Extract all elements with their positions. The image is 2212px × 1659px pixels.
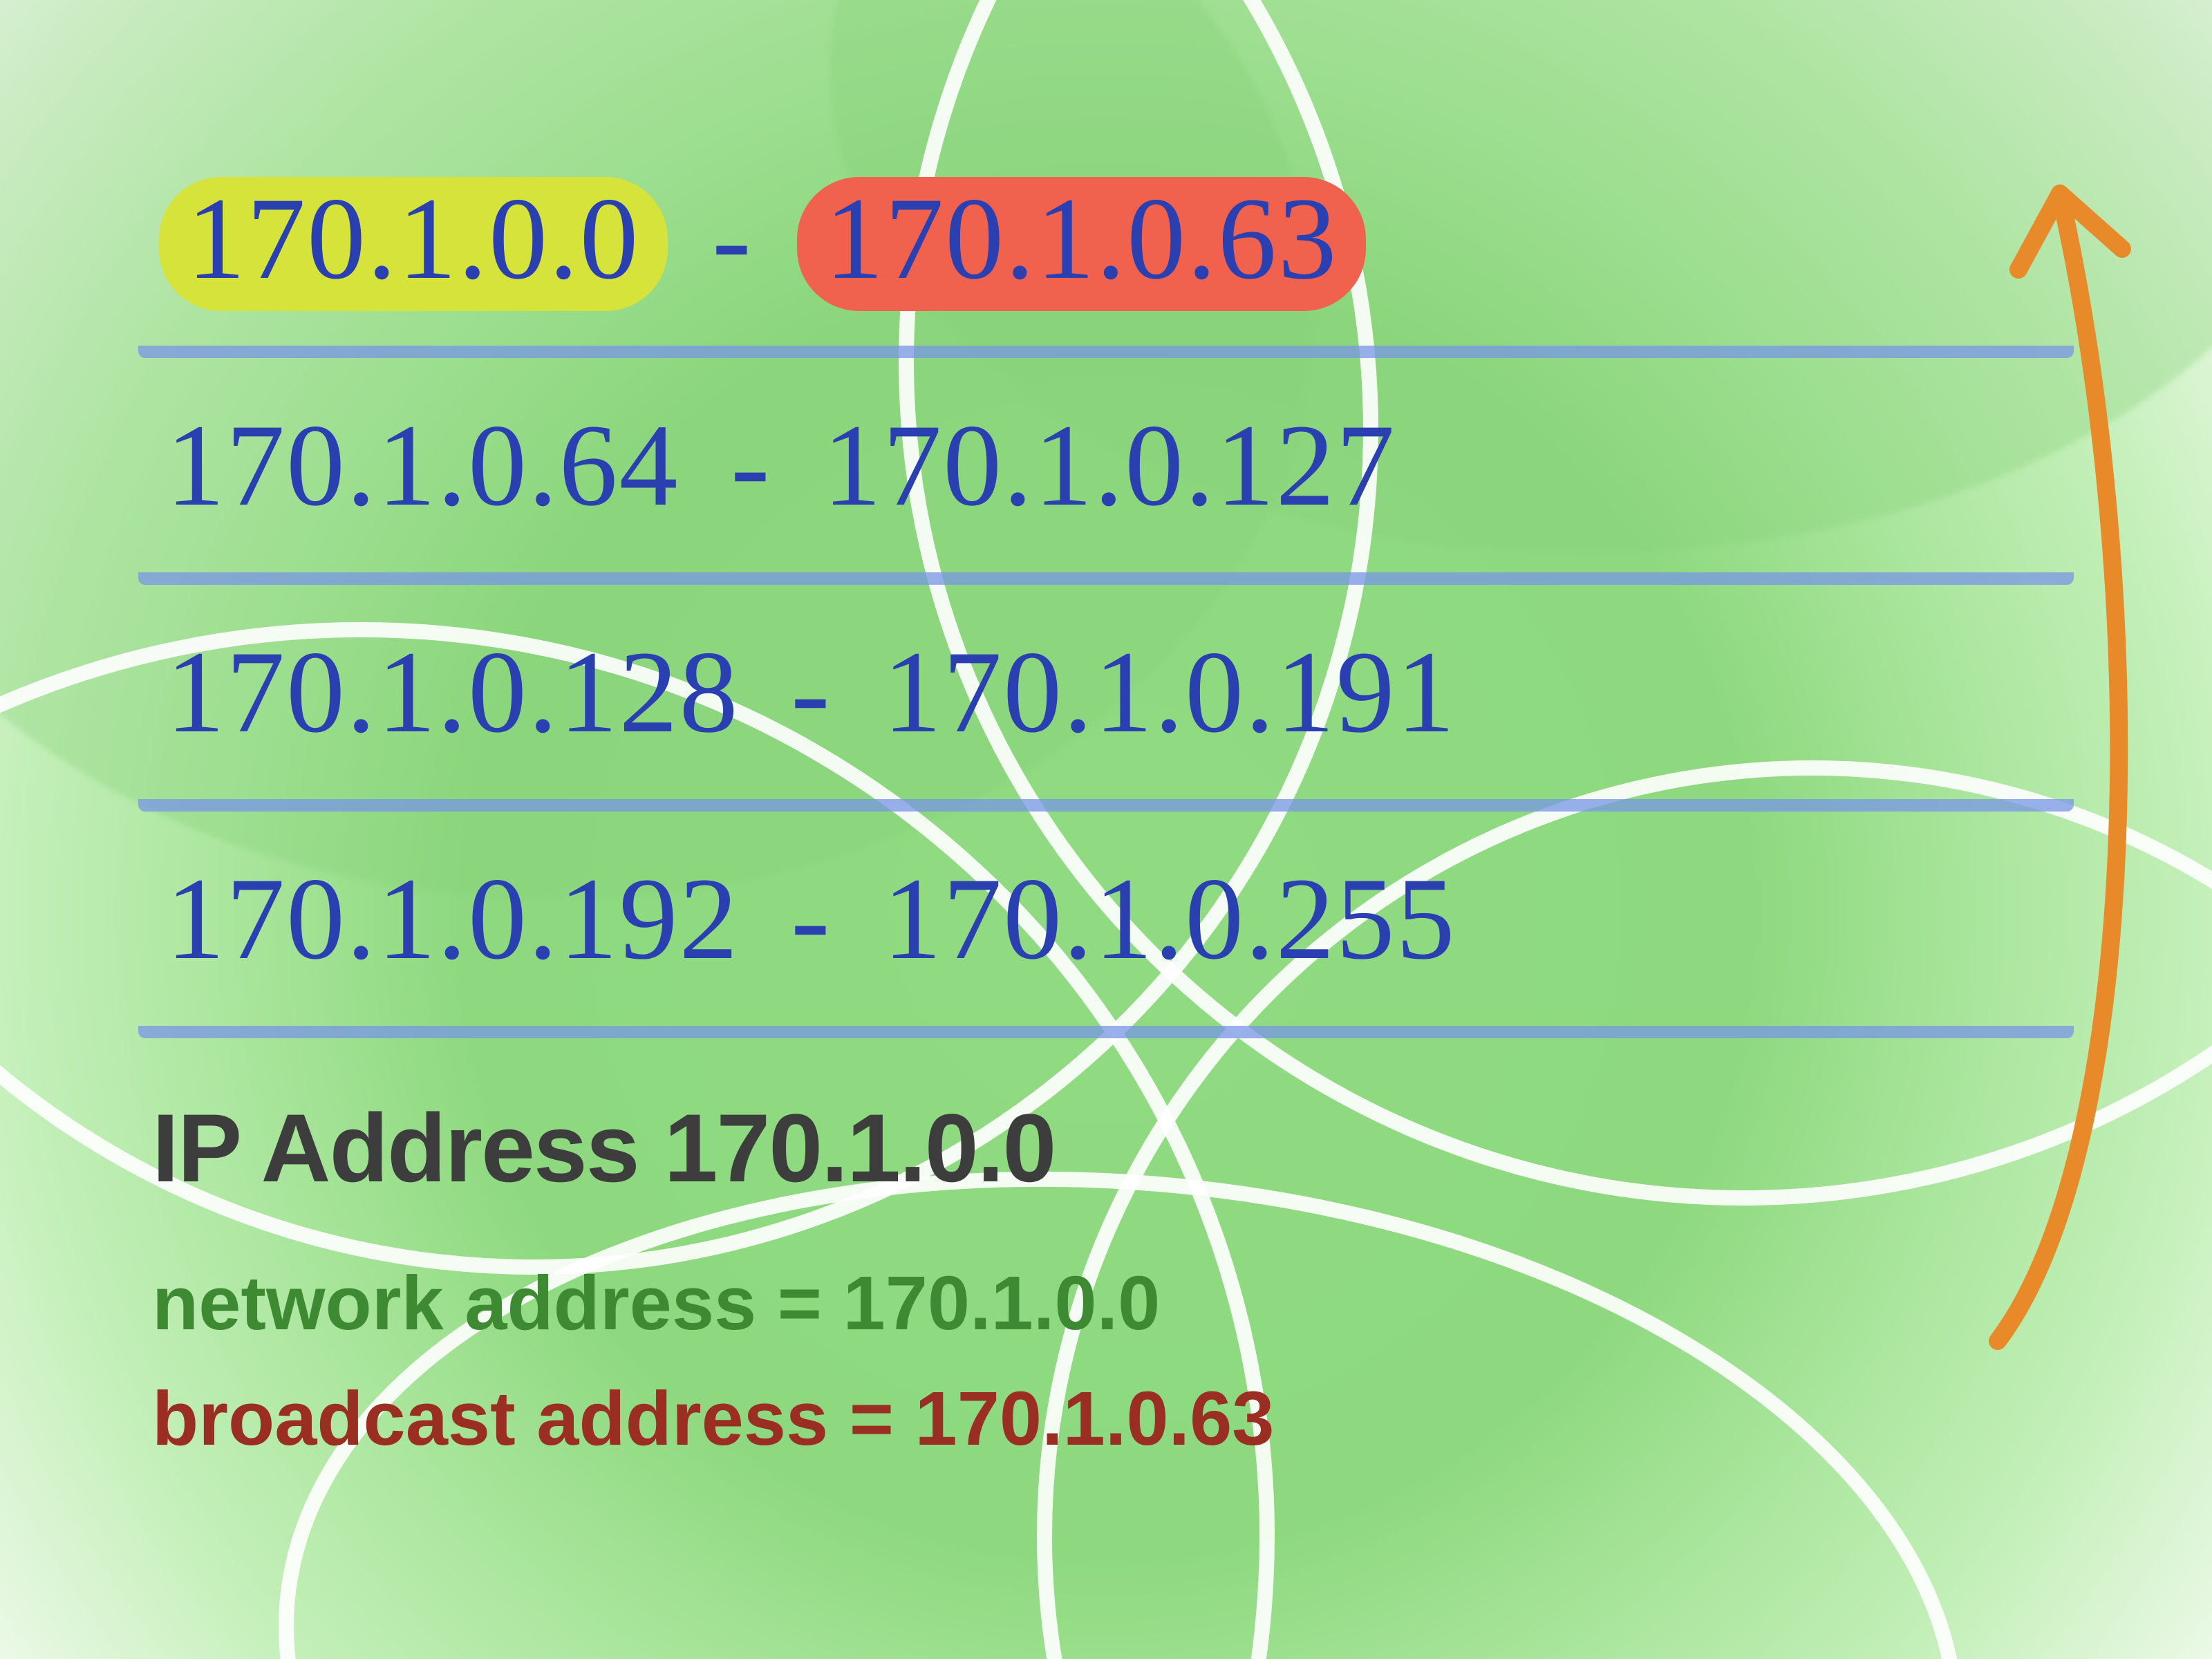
range-text: 170.1.0.0 - 170.1.0.63 — [166, 180, 2074, 308]
range-start: 170.1.0.64 — [166, 400, 679, 530]
range-text: 170.1.0.192 - 170.1.0.255 — [166, 860, 2074, 977]
range-text: 170.1.0.128 - 170.1.0.191 — [166, 633, 2074, 751]
range-end: 170.1.0.127 — [823, 400, 1396, 530]
broadcast-address-line: broadcast address = 170.1.0.63 — [152, 1375, 1274, 1463]
dash-text: - — [731, 400, 771, 530]
highlight-network: 170.1.0.0 — [159, 177, 668, 311]
range-start: 170.1.0.128 — [166, 627, 740, 757]
network-address-line: network address = 170.1.0.0 — [152, 1259, 1274, 1347]
range-row: 170.1.0.128 - 170.1.0.191 — [138, 606, 2074, 812]
diagram-stage: 170.1.0.0 - 170.1.0.63 170.1.0.64 - 170.… — [0, 0, 2212, 1659]
range-start: 170.1.0.192 — [166, 854, 740, 984]
range-row: 170.1.0.192 - 170.1.0.255 — [138, 832, 2074, 1038]
dash-text: - — [791, 854, 832, 984]
range-end: 170.1.0.255 — [883, 854, 1456, 984]
labels-block: IP Address 170.1.0.0 network address = 1… — [152, 1092, 1274, 1463]
range-row: 170.1.0.64 - 170.1.0.127 — [138, 379, 2074, 585]
page-title: IP Address 170.1.0.0 — [152, 1092, 1274, 1204]
range-end: 170.1.0.191 — [883, 627, 1456, 757]
range-text: 170.1.0.64 - 170.1.0.127 — [166, 406, 2074, 524]
dash-text: - — [791, 627, 832, 757]
dash-text: - — [712, 174, 753, 303]
highlight-broadcast: 170.1.0.63 — [797, 177, 1366, 311]
range-row: 170.1.0.0 - 170.1.0.63 — [138, 152, 2074, 358]
